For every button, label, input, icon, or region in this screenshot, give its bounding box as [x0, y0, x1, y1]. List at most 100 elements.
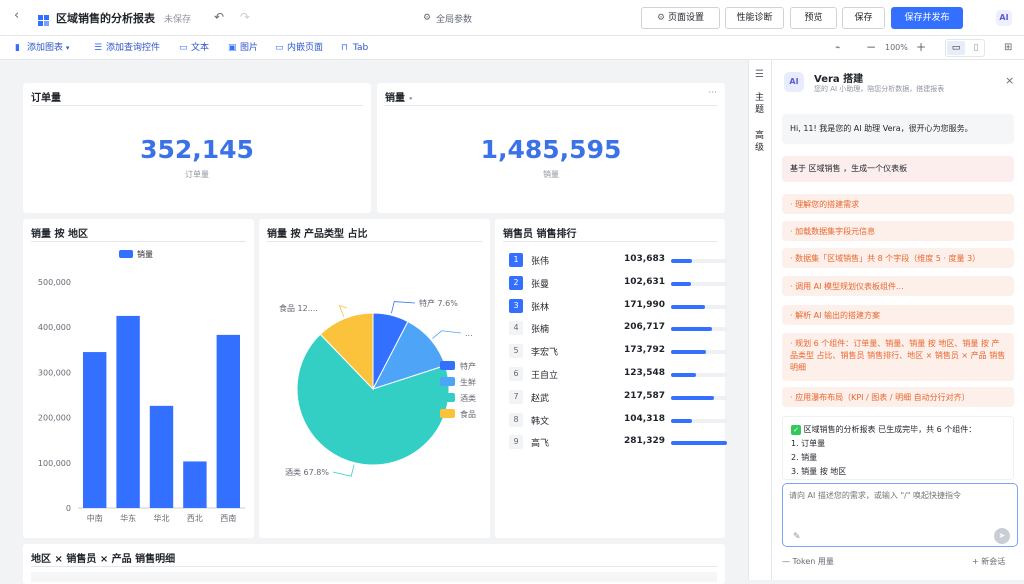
- rank-number: 8: [509, 412, 523, 427]
- progress-fill: [671, 327, 713, 332]
- progress-step: · 应用瀑布布局（KPI / 图表 / 明细 自动分行对齐）: [782, 387, 1014, 407]
- slice-label: 特产 7.6%: [419, 298, 458, 308]
- add-chart-button[interactable]: ▮ 添加图表 ▾: [15, 41, 69, 55]
- undo-icon[interactable]: ↶: [214, 10, 224, 24]
- page-settings-button[interactable]: ⚙ 页面设置: [641, 7, 720, 29]
- divider: [503, 241, 717, 242]
- ranking-card[interactable]: 销售员 销售排行 1 张伟 103,683 2 张曼 102,631 3 张林 171,990 4…: [495, 219, 727, 538]
- zoom-in-icon[interactable]: +: [916, 40, 926, 54]
- progress-fill: [671, 373, 696, 377]
- sales-value: 103,683: [624, 254, 665, 264]
- token-label: Token 用量: [792, 557, 834, 566]
- save-button[interactable]: 保存: [842, 7, 885, 29]
- save-publish-button[interactable]: 保存并发布: [891, 7, 963, 29]
- dashboard-icon: [38, 11, 49, 26]
- kpi-value: 1,485,595: [480, 135, 622, 164]
- ai-icon[interactable]: AI: [996, 10, 1012, 26]
- send-icon[interactable]: ➤: [994, 528, 1010, 544]
- assistant-subtitle: 您的 AI 小助理，陪您分析数据，搭建报表: [814, 85, 945, 93]
- desktop-icon[interactable]: ▭: [947, 41, 965, 55]
- rank-number: 2: [509, 275, 523, 290]
- ranking-row[interactable]: 1 张伟 103,683: [509, 252, 727, 268]
- vera-avatar: AI: [784, 72, 804, 92]
- pen-icon[interactable]: ✎: [793, 530, 801, 544]
- mobile-icon[interactable]: ▯: [968, 41, 984, 55]
- add-embed-button[interactable]: ▭ 内嵌页面: [275, 41, 323, 55]
- salesperson-name: 张楠: [531, 325, 550, 336]
- bar: [149, 405, 174, 508]
- image-icon: ▣: [228, 43, 237, 53]
- advanced-tab[interactable]: 高 级: [755, 130, 767, 154]
- gear-icon: ⚙: [657, 13, 668, 23]
- add-image-button[interactable]: ▣ 图片: [228, 41, 258, 55]
- salesperson-name: 韩文: [531, 416, 550, 427]
- back-icon[interactable]: ‹: [14, 9, 19, 23]
- filter-icon: ☰: [94, 43, 103, 53]
- leader-line: [432, 330, 462, 339]
- progress-fill: [671, 418, 692, 423]
- more-icon[interactable]: ···: [708, 88, 717, 98]
- theme-tab[interactable]: 主 题: [755, 92, 767, 116]
- ranking-row[interactable]: 8 韩文 104,318: [509, 412, 727, 428]
- sales-value: 173,792: [624, 345, 665, 356]
- card-title: 销量 •: [385, 89, 413, 104]
- ranking-row[interactable]: 3 张林 171,990: [509, 298, 727, 314]
- redo-icon[interactable]: ↷: [240, 10, 250, 24]
- ranking-row[interactable]: 7 赵武 217,587: [509, 389, 727, 405]
- pie-chart-card[interactable]: 销量 按 产品类型 占比 特产 7.6%... 酒类 67.8% 食品 12....…: [259, 219, 490, 538]
- ranking-row[interactable]: 2 张曼 102,631: [509, 275, 727, 291]
- ranking-row[interactable]: 4 张楠 206,717: [509, 320, 727, 336]
- sales-value: 102,631: [624, 276, 665, 287]
- ranking-row[interactable]: 6 王自立 123,548: [509, 366, 727, 382]
- global-params-link[interactable]: 全局参数: [436, 12, 472, 25]
- add-text-button[interactable]: ▭ 文本: [179, 41, 209, 55]
- divider: [31, 566, 717, 567]
- progress-fill: [671, 281, 692, 286]
- x-tick-label: 华北: [154, 513, 170, 523]
- kpi-card-sales[interactable]: 销量 • ··· 1,485,595 销量: [377, 83, 725, 213]
- add-query-button[interactable]: ☰ 添加查询控件: [94, 41, 160, 55]
- progress-fill: [671, 395, 715, 400]
- progress-step: · 加载数据集字段元信息: [782, 221, 1014, 241]
- slice-label: ...: [465, 329, 473, 338]
- new-chat-button[interactable]: + 新会话: [972, 556, 1005, 567]
- token-usage[interactable]: — Token 用量: [782, 556, 834, 567]
- y-tick-label: 100,000: [38, 459, 71, 468]
- new-chat-label: 新会话: [981, 557, 1006, 566]
- x-tick-label: 中南: [87, 513, 103, 523]
- report-title[interactable]: 区域销售的分析报表: [56, 10, 155, 26]
- card-title: 销售员 销售排行: [503, 229, 577, 240]
- ranking-row[interactable]: 5 李宏飞 173,792: [509, 343, 727, 359]
- add-tab-button[interactable]: ⊓ Tab: [341, 41, 368, 55]
- kpi-card-orders[interactable]: 订单量 352,145 订单量: [23, 83, 371, 213]
- bar-chart-card[interactable]: 销量 按 地区 销量 0 100,000 200,000 300,000 400,000…: [23, 219, 254, 538]
- zoom-out-icon[interactable]: −: [866, 40, 876, 54]
- progress-fill: [671, 441, 727, 446]
- salesperson-name: 李宏飞: [531, 348, 559, 359]
- prompt-input[interactable]: [789, 490, 1011, 526]
- detail-table-card[interactable]: 地区 × 销售员 × 产品 销售明细: [23, 544, 725, 584]
- collapse-icon[interactable]: ☰: [755, 68, 764, 82]
- progress-fill: [671, 350, 706, 355]
- perf-diagnose-button[interactable]: 性能诊断: [725, 7, 784, 29]
- tab-icon: ⊓: [341, 43, 349, 53]
- legend-label: 食品: [460, 409, 476, 419]
- prompt-input-box[interactable]: ✎ ➤: [782, 483, 1018, 547]
- slice-label: 酒类 67.8%: [285, 467, 329, 477]
- ranking-row[interactable]: 9 高飞 281,329: [509, 434, 727, 450]
- sales-value: 217,587: [624, 390, 665, 401]
- sales-value: 206,717: [624, 322, 665, 333]
- grid-icon[interactable]: ⊞: [1004, 41, 1012, 55]
- progress-step: · 调用 AI 模型规划仪表板组件...: [782, 276, 1014, 296]
- brush-icon[interactable]: ⌁: [835, 41, 840, 55]
- progress-step: · 解析 AI 输出的搭建方案: [782, 305, 1014, 325]
- x-tick-label: 华东: [120, 513, 136, 523]
- close-icon[interactable]: ×: [1005, 74, 1014, 88]
- result-text: 区域销售的分析报表 已生成完毕，共 6 个组件：: [803, 425, 977, 434]
- progress-step: · 规划 6 个组件：订单量、销量、销量 按 地区、销量 按 产品类型 占比、销…: [782, 333, 1014, 381]
- bar-chart: 0 100,000 200,000 300,000 400,000 500,000 中南 华东…: [38, 278, 245, 523]
- tab-label: Tab: [353, 43, 369, 53]
- preview-button[interactable]: 预览: [790, 7, 837, 29]
- legend-label: 生鲜: [460, 377, 476, 387]
- ai-assistant-panel: AI Vera 搭建 您的 AI 小助理，陪您分析数据，搭建报表 × Hi, 1…: [772, 60, 1024, 580]
